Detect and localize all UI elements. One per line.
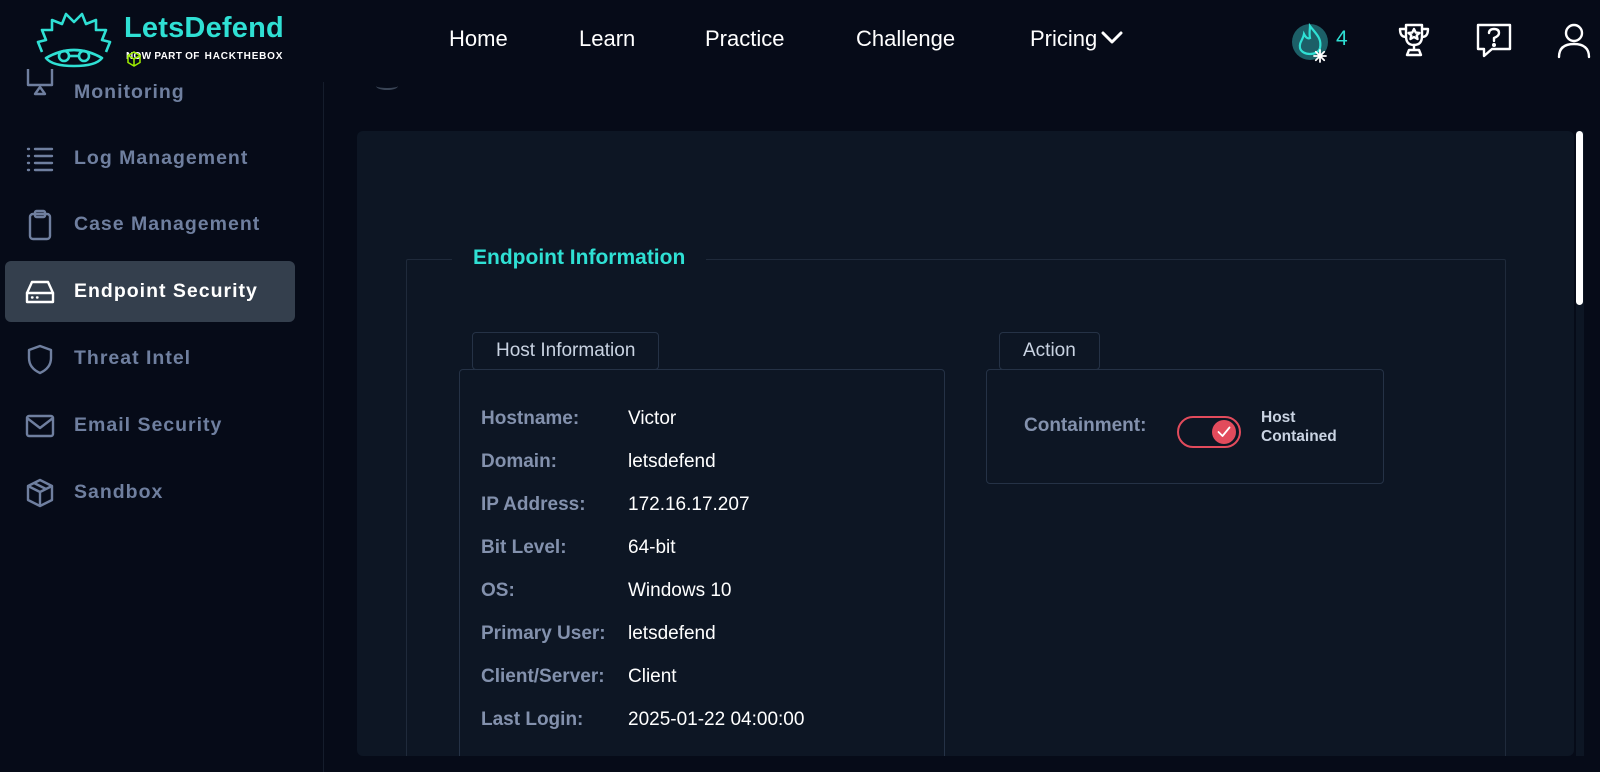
host-info-key: Hostname: <box>481 408 580 429</box>
sidebar-item-threat-intel[interactable]: Threat Intel <box>5 328 295 389</box>
containment-label: Containment: <box>1024 415 1147 436</box>
nav-pricing[interactable]: Pricing <box>1030 26 1123 52</box>
hard-drive-icon <box>25 280 55 303</box>
sidebar-item-label: Endpoint Security <box>74 280 258 302</box>
host-info-row: Hostname: Victor <box>481 408 676 432</box>
shield-icon <box>27 344 53 374</box>
sidebar-item-monitoring[interactable]: Monitoring <box>5 69 295 130</box>
sidebar-item-label: Sandbox <box>74 481 164 503</box>
help-chat-icon <box>1476 23 1512 58</box>
sidebar-item-label: Email Security <box>74 414 223 436</box>
streak-count: 4 <box>1336 27 1348 50</box>
action-box: Containment: Host Contained <box>986 369 1384 484</box>
containment-status-line2: Contained <box>1261 428 1337 445</box>
host-info-row: Last Login: 2025-01-22 04:00:00 <box>481 709 804 733</box>
containment-status: Host Contained <box>1261 408 1361 446</box>
hedgehog-logo-icon <box>36 12 112 68</box>
host-info-value: 2025-01-22 04:00:00 <box>628 709 805 730</box>
nav-practice[interactable]: Practice <box>705 26 784 52</box>
host-info-key: Last Login: <box>481 709 584 730</box>
host-info-value: letsdefend <box>628 623 716 644</box>
streak-indicator[interactable]: 4 <box>1290 20 1360 64</box>
containment-toggle[interactable] <box>1177 416 1241 448</box>
host-info-key: Primary User: <box>481 623 606 644</box>
brand-tagline: NOW PART OF HACKTHEBOX <box>126 51 284 67</box>
host-info-row: Primary User: letsdefend <box>481 623 716 647</box>
sidebar-item-label: Monitoring <box>74 81 185 103</box>
host-info-value: Victor <box>628 408 677 429</box>
user-icon <box>1557 23 1591 59</box>
profile-button[interactable] <box>1554 20 1594 60</box>
sidebar-item-log-management[interactable]: Log Management <box>5 128 295 189</box>
host-info-key: Client/Server: <box>481 666 605 687</box>
host-info-box: Hostname: Victor Domain: letsdefend IP A… <box>459 369 945 756</box>
toggle-knob <box>1212 420 1236 444</box>
host-info-row: Bit Level: 64-bit <box>481 537 676 561</box>
host-info-value: Client <box>628 666 677 687</box>
containment-status-line1: Host <box>1261 409 1296 426</box>
endpoint-panel: Endpoint Information Hostname: Victor Do… <box>357 131 1574 756</box>
host-info-key: IP Address: <box>481 494 586 515</box>
cube-icon <box>26 478 54 507</box>
host-info-value: 172.16.17.207 <box>628 494 750 515</box>
sidebar-item-label: Log Management <box>74 147 249 169</box>
sidebar: Monitoring Log Management Case Managemen… <box>0 69 324 772</box>
sidebar-item-sandbox[interactable]: Sandbox <box>5 462 295 523</box>
action-title: Action <box>999 332 1100 370</box>
monitor-icon <box>26 69 54 96</box>
trophy-icon <box>1398 23 1430 57</box>
brand-logo[interactable]: LetsDefend NOW PART OF HACKTHEBOX <box>36 12 316 68</box>
nav-home[interactable]: Home <box>449 26 508 52</box>
chevron-down-icon <box>1101 31 1123 44</box>
clipboard-icon <box>28 209 52 240</box>
host-info-key: OS: <box>481 580 515 601</box>
host-info-row: Domain: letsdefend <box>481 451 716 475</box>
brand-name: LetsDefend <box>124 12 284 44</box>
host-info-value: letsdefend <box>628 451 716 472</box>
host-info-key: Domain: <box>481 451 557 472</box>
mail-icon <box>25 414 55 437</box>
host-info-value: 64-bit <box>628 537 676 558</box>
nav-challenge[interactable]: Challenge <box>856 26 955 52</box>
sidebar-item-email-security[interactable]: Email Security <box>5 395 295 456</box>
nav-learn[interactable]: Learn <box>579 26 635 52</box>
nav-pricing-label: Pricing <box>1030 26 1098 51</box>
flame-snowflake-icon <box>1292 22 1328 63</box>
leaderboard-button[interactable] <box>1394 20 1434 60</box>
help-button[interactable] <box>1474 20 1514 60</box>
htb-cube-icon <box>127 51 141 67</box>
host-info-key: Bit Level: <box>481 537 567 558</box>
partial-element <box>376 82 398 90</box>
list-icon <box>26 147 54 171</box>
sidebar-item-endpoint-security[interactable]: Endpoint Security <box>5 261 295 322</box>
sidebar-item-label: Case Management <box>74 213 261 235</box>
host-info-row: Client/Server: Client <box>481 666 677 690</box>
scrollbar-thumb[interactable] <box>1576 131 1583 305</box>
sidebar-item-case-management[interactable]: Case Management <box>5 194 295 255</box>
host-info-value: Windows 10 <box>628 580 732 601</box>
check-icon <box>1217 426 1231 437</box>
endpoint-info-title: Endpoint Information <box>452 246 707 270</box>
sidebar-item-label: Threat Intel <box>74 347 192 369</box>
host-info-row: OS: Windows 10 <box>481 580 732 604</box>
host-info-row: IP Address: 172.16.17.207 <box>481 494 750 518</box>
partner-name: HACKTHEBOX <box>204 51 284 62</box>
host-info-title: Host Information <box>472 332 660 370</box>
